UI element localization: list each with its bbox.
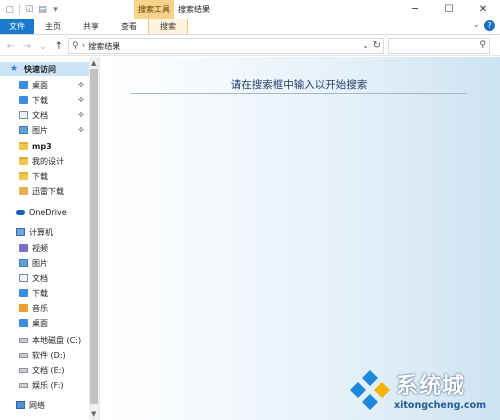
folder-icon bbox=[19, 157, 28, 165]
folder-icon bbox=[19, 142, 28, 150]
address-dropdown-icon[interactable]: ⌄ bbox=[362, 41, 369, 50]
sidebar-item-drive-c[interactable]: 本地磁盘 (C:) bbox=[19, 333, 81, 347]
sidebar-item-computer[interactable]: 计算机 bbox=[16, 225, 53, 239]
pin-icon[interactable]: ✜ bbox=[78, 126, 84, 134]
divider bbox=[131, 93, 467, 94]
search-location-icon: ⚲ bbox=[72, 41, 79, 51]
desktop-icon bbox=[19, 81, 28, 89]
sidebar-item-mp3[interactable]: mp3 bbox=[19, 139, 52, 153]
help-icon[interactable]: ? bbox=[484, 20, 495, 31]
new-folder-icon[interactable]: ▤ bbox=[36, 3, 49, 16]
sidebar-item-thunder-download[interactable]: 迅雷下载 bbox=[19, 184, 64, 198]
watermark-brand: 系统城 bbox=[396, 374, 466, 399]
navigation-pane: ★ 快速访问 桌面 ✜ 下载 ✜ 文档 ✜ 图片 ✜ mp3 我的设计 下载 迅… bbox=[0, 57, 100, 420]
music-icon bbox=[19, 304, 28, 312]
address-row: ← → ⌄ ↑ ⚲ › 搜索结果 ⌄ ↻ ⚲ bbox=[0, 36, 500, 56]
sidebar-item-music[interactable]: 音乐 bbox=[19, 301, 48, 315]
sidebar-item-desktop[interactable]: 桌面 bbox=[19, 78, 48, 92]
scroll-down-icon[interactable]: ▼ bbox=[91, 410, 96, 418]
download-icon bbox=[19, 289, 28, 297]
document-icon bbox=[19, 274, 28, 282]
forward-button[interactable]: → bbox=[20, 39, 34, 53]
tab-file[interactable]: 文件 bbox=[0, 19, 34, 34]
sidebar-item-network[interactable]: 网络 bbox=[16, 398, 45, 412]
desktop-icon bbox=[19, 319, 28, 327]
sidebar-item-pc-pictures[interactable]: 图片 bbox=[19, 256, 48, 270]
watermark-url: xitongcheng.com bbox=[394, 400, 487, 411]
tab-view[interactable]: 查看 bbox=[110, 19, 148, 34]
thunder-folder-icon bbox=[19, 187, 28, 195]
ribbon-tabs: 文件 主页 共享 查看 搜索 ⌄ ? bbox=[0, 19, 500, 35]
close-button[interactable]: ✕ bbox=[466, 0, 500, 19]
sidebar-item-drive-d[interactable]: 软件 (D:) bbox=[19, 348, 66, 362]
title-bar: ▢ ☑ ▤ ▾ 搜索工具 搜索结果 ─ ☐ ✕ bbox=[0, 0, 500, 19]
breadcrumb[interactable]: 搜索结果 bbox=[88, 41, 120, 52]
search-hint-text: 请在搜索框中输入以开始搜索 bbox=[230, 79, 368, 91]
sidebar-scrollbar[interactable]: ▲ ▼ bbox=[89, 57, 99, 420]
drive-icon bbox=[19, 382, 28, 388]
tab-share[interactable]: 共享 bbox=[72, 19, 110, 34]
folder-icon bbox=[19, 172, 28, 180]
network-icon bbox=[16, 401, 25, 409]
pin-icon[interactable]: ✜ bbox=[78, 96, 84, 104]
search-tools-context-label: 搜索工具 bbox=[134, 0, 174, 19]
sidebar-item-videos[interactable]: 视频 bbox=[19, 241, 48, 255]
minimize-button[interactable]: ─ bbox=[398, 0, 432, 19]
sidebar-item-documents[interactable]: 文档 bbox=[19, 108, 48, 122]
pin-icon[interactable]: ✜ bbox=[78, 111, 84, 119]
sidebar-item-my-design[interactable]: 我的设计 bbox=[19, 154, 64, 168]
up-button[interactable]: ↑ bbox=[52, 39, 66, 53]
sidebar-item-pc-downloads[interactable]: 下载 bbox=[19, 286, 48, 300]
tab-home[interactable]: 主页 bbox=[34, 19, 72, 34]
sidebar-item-onedrive[interactable]: OneDrive bbox=[16, 205, 67, 219]
sidebar-item-pc-desktop[interactable]: 桌面 bbox=[19, 316, 48, 330]
divider bbox=[19, 4, 20, 15]
scrollbar-thumb[interactable] bbox=[90, 69, 98, 404]
recent-locations-icon[interactable]: ⌄ bbox=[36, 39, 50, 53]
watermark-logo bbox=[350, 370, 390, 410]
sidebar-item-pc-documents[interactable]: 文档 bbox=[19, 271, 48, 285]
breadcrumb-chevron-icon[interactable]: › bbox=[82, 41, 86, 51]
computer-icon bbox=[16, 228, 25, 236]
sidebar-item-download-folder[interactable]: 下载 bbox=[19, 169, 48, 183]
drive-icon bbox=[19, 337, 28, 343]
watermark: 系统城 xitongcheng.com bbox=[348, 362, 498, 418]
tab-search[interactable]: 搜索 bbox=[148, 19, 188, 34]
sidebar-item-downloads[interactable]: 下载 bbox=[19, 93, 48, 107]
customize-chevron-icon[interactable]: ▾ bbox=[49, 3, 62, 16]
sidebar-item-drive-f[interactable]: 娱乐 (F:) bbox=[19, 378, 63, 392]
video-icon bbox=[19, 244, 28, 252]
scroll-up-icon[interactable]: ▲ bbox=[91, 59, 96, 67]
sidebar-item-quick-access[interactable]: ★ 快速访问 bbox=[0, 62, 89, 76]
drive-icon bbox=[19, 352, 28, 358]
picture-icon bbox=[19, 259, 28, 267]
pin-icon[interactable]: ✜ bbox=[78, 81, 84, 89]
document-icon bbox=[19, 111, 28, 119]
properties-icon[interactable]: ☑ bbox=[23, 3, 36, 16]
search-input[interactable]: ⚲ bbox=[388, 38, 490, 54]
picture-icon bbox=[19, 126, 28, 134]
download-icon bbox=[19, 96, 28, 104]
maximize-button[interactable]: ☐ bbox=[432, 0, 466, 19]
back-button[interactable]: ← bbox=[4, 39, 18, 53]
star-icon: ★ bbox=[10, 64, 19, 74]
drive-icon bbox=[19, 367, 28, 373]
sidebar-item-pictures[interactable]: 图片 bbox=[19, 123, 48, 137]
cloud-icon bbox=[16, 209, 25, 215]
quick-access-toolbar: ▢ ☑ ▤ ▾ bbox=[0, 0, 62, 19]
address-bar[interactable]: ⚲ › 搜索结果 ⌄ ↻ bbox=[68, 38, 384, 54]
window-title: 搜索结果 bbox=[178, 5, 210, 14]
expand-ribbon-icon[interactable]: ⌄ bbox=[472, 20, 480, 30]
folder-icon[interactable]: ▢ bbox=[3, 3, 16, 16]
sidebar-item-drive-e[interactable]: 文档 (E:) bbox=[19, 363, 65, 377]
refresh-icon[interactable]: ↻ bbox=[373, 40, 381, 51]
search-icon[interactable]: ⚲ bbox=[479, 40, 486, 50]
